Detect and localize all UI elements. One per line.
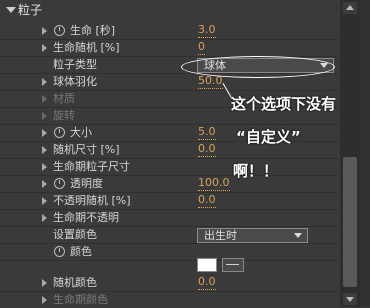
property-value[interactable]: 0.0 <box>198 193 216 208</box>
particle-properties-panel: 粒子 生命 [秒] 3.0 生命随机 [%] 0 粒子类型 球体 球体羽化 50… <box>0 0 370 307</box>
stopwatch-icon[interactable] <box>54 25 65 36</box>
annotation-text-line3: 啊！！ <box>233 162 279 180</box>
chevron-down-icon[interactable] <box>294 233 302 238</box>
expand-right-icon[interactable] <box>42 180 47 188</box>
expand-right-icon[interactable] <box>42 197 47 205</box>
color-swatch[interactable] <box>197 258 217 272</box>
annotation-text-line2: “自定义” <box>236 128 301 146</box>
property-label: 生命期粒子尺寸 <box>53 160 130 173</box>
property-label: 生命期颜色 <box>53 293 108 306</box>
annotation-circle <box>181 56 335 78</box>
property-value[interactable]: 0.0 <box>198 142 216 157</box>
property-row-color-over-life[interactable]: 生命期颜色 <box>0 291 338 308</box>
property-label: 大小 <box>70 126 92 139</box>
set-color-dropdown[interactable]: 出生时 <box>197 228 308 243</box>
expand-right-icon[interactable] <box>42 296 47 304</box>
stopwatch-icon[interactable] <box>54 246 65 257</box>
property-label: 球体羽化 <box>53 75 97 88</box>
property-label: 随机尺寸 [%] <box>53 143 120 156</box>
scroll-down-icon[interactable] <box>343 293 357 305</box>
property-label: 设置颜色 <box>53 228 97 241</box>
section-label: 粒子 <box>18 3 43 17</box>
property-row-opacity-random[interactable]: 不透明随机 [%] 0.0 <box>0 192 338 210</box>
property-row-life[interactable]: 生命 [秒] 3.0 <box>0 22 338 40</box>
dropdown-value: 出生时 <box>204 229 237 242</box>
property-row-color-random[interactable]: 随机颜色 0.0 <box>0 274 338 292</box>
property-value[interactable]: 3.0 <box>198 23 216 38</box>
property-row-color[interactable]: 颜色 <box>0 243 338 261</box>
property-label: 颜色 <box>70 245 92 258</box>
property-label: 透明度 <box>70 177 103 190</box>
property-label: 生命 [秒] <box>70 24 116 37</box>
expand-right-icon[interactable] <box>42 163 47 171</box>
property-row-opacity[interactable]: 透明度 100.0 <box>0 175 338 193</box>
property-row-size-over-life[interactable]: 生命期粒子尺寸 <box>0 158 338 176</box>
stopwatch-icon[interactable] <box>54 178 65 189</box>
property-label: 旋转 <box>53 109 75 122</box>
panel-edge <box>360 0 370 307</box>
property-label: 不透明随机 [%] <box>53 194 131 207</box>
scrollbar-thumb[interactable] <box>343 157 357 287</box>
expand-down-icon[interactable] <box>6 7 16 13</box>
scroll-up-icon[interactable] <box>343 2 357 14</box>
property-row-set-color[interactable]: 设置颜色 出生时 <box>0 226 338 244</box>
property-label: 粒子类型 <box>53 58 97 71</box>
expand-right-icon <box>42 112 47 120</box>
expand-right-icon[interactable] <box>42 214 47 222</box>
property-value[interactable]: 100.0 <box>198 176 230 191</box>
expand-right-icon[interactable] <box>42 146 47 154</box>
expand-right-icon[interactable] <box>42 279 47 287</box>
property-value[interactable]: 0.0 <box>198 275 216 290</box>
expand-right-icon[interactable] <box>42 44 47 52</box>
property-value[interactable]: 5.0 <box>198 125 216 140</box>
property-label: 生命随机 [%] <box>53 41 120 54</box>
property-row-life-random[interactable]: 生命随机 [%] 0 <box>0 39 338 57</box>
property-label: 材质 <box>53 92 75 105</box>
section-header-particle[interactable]: 粒子 <box>0 2 338 18</box>
expand-right-icon <box>42 95 47 103</box>
eyedropper-icon[interactable] <box>222 258 244 272</box>
stopwatch-icon[interactable] <box>54 127 65 138</box>
expand-right-icon[interactable] <box>42 27 47 35</box>
property-value[interactable]: 0 <box>198 40 205 55</box>
expand-right-icon[interactable] <box>42 78 47 86</box>
expand-right-icon[interactable] <box>42 129 47 137</box>
property-label: 随机颜色 <box>53 276 97 289</box>
annotation-text-line1: 这个选项下没有 <box>231 95 337 113</box>
property-row-opacity-over-life[interactable]: 生命期不透明 <box>0 209 338 227</box>
property-label: 生命期不透明 <box>53 211 119 224</box>
